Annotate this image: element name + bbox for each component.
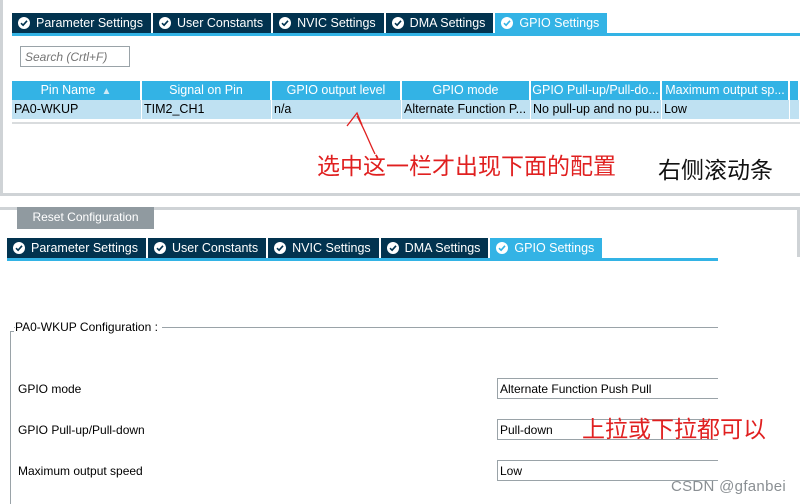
- check-circle-icon: [159, 17, 171, 29]
- check-circle-icon: [391, 17, 404, 29]
- tab-label: NVIC Settings: [292, 241, 371, 255]
- tab-parameter-settings[interactable]: Parameter Settings: [12, 13, 153, 33]
- tab-label: GPIO Settings: [514, 241, 595, 255]
- tab-dma-settings[interactable]: DMA Settings: [380, 238, 491, 258]
- tab-label: User Constants: [172, 241, 259, 255]
- column-header-max-speed[interactable]: Maximum output sp...: [662, 81, 790, 100]
- panel-frame: [0, 0, 3, 196]
- column-header-signal[interactable]: Signal on Pin: [142, 81, 272, 100]
- tab-label: Parameter Settings: [31, 241, 138, 255]
- tab-label: DMA Settings: [409, 16, 486, 30]
- cell-signal: TIM2_CH1: [142, 100, 272, 119]
- reset-configuration-button[interactable]: Reset Configuration: [17, 207, 154, 229]
- tab-label: User Constants: [177, 16, 264, 30]
- cell-pin-name: PA0-WKUP: [12, 100, 142, 119]
- check-circle-icon: [501, 17, 514, 29]
- tab-nvic-settings[interactable]: NVIC Settings: [273, 13, 386, 33]
- fieldset-border: [10, 331, 11, 504]
- check-circle-icon: [154, 242, 166, 254]
- column-header-pull[interactable]: GPIO Pull-up/Pull-do...: [531, 81, 662, 100]
- tab-label: NVIC Settings: [297, 16, 376, 30]
- field-label-max-speed: Maximum output speed: [18, 464, 143, 478]
- check-circle-icon: [13, 242, 25, 254]
- tab-gpio-settings[interactable]: GPIO Settings: [490, 238, 605, 258]
- tab-label: Parameter Settings: [36, 16, 143, 30]
- tab-nvic-settings[interactable]: NVIC Settings: [268, 238, 381, 258]
- pin-table: Pin Name ▲ Signal on Pin GPIO output leve…: [12, 81, 800, 119]
- cell-pull: No pull-up and no pu...: [531, 100, 662, 119]
- annotation-scrollbar: 右侧滚动条: [658, 157, 773, 183]
- field-label-pull: GPIO Pull-up/Pull-down: [18, 423, 145, 437]
- watermark: CSDN @gfanbei: [670, 478, 786, 495]
- field-label-gpio-mode: GPIO mode: [18, 382, 82, 396]
- column-header-extra[interactable]: [790, 81, 800, 100]
- config-legend: PA0-WKUP Configuration :: [15, 320, 162, 334]
- check-circle-icon: [279, 17, 292, 29]
- column-header-gpio-mode[interactable]: GPIO mode: [402, 81, 531, 100]
- fieldset-border: [10, 331, 14, 332]
- settings-tab-bar: Parameter Settings User Constants NVIC S…: [7, 238, 605, 258]
- tab-label: GPIO Settings: [519, 16, 600, 30]
- tab-user-constants[interactable]: User Constants: [148, 238, 269, 258]
- annotation-pull: 上拉或下拉都可以: [582, 416, 766, 442]
- tab-label: DMA Settings: [404, 241, 481, 255]
- tab-dma-settings[interactable]: DMA Settings: [385, 13, 496, 33]
- tab-underline: [7, 258, 718, 261]
- check-circle-icon: [386, 242, 399, 254]
- panel-frame: [0, 193, 800, 196]
- table-row[interactable]: PA0-WKUP TIM2_CH1 n/a Alternate Function…: [12, 100, 800, 119]
- sort-arrow-icon: ▲: [101, 86, 112, 97]
- gpio-mode-select[interactable]: Alternate Function Push Pull: [497, 378, 718, 399]
- annotation-select-row: 选中这一栏才出现下面的配置: [317, 153, 616, 179]
- check-circle-icon: [18, 17, 30, 29]
- tab-user-constants[interactable]: User Constants: [153, 13, 274, 33]
- gpio-config-panel: Reset Configuration Parameter Settings U…: [0, 207, 800, 504]
- column-header-pin-name[interactable]: Pin Name ▲: [12, 81, 142, 100]
- gpio-pin-list-panel: Parameter Settings User Constants NVIC S…: [0, 0, 800, 196]
- tab-underline: [12, 33, 800, 36]
- tab-parameter-settings[interactable]: Parameter Settings: [7, 238, 148, 258]
- table-bottom-border: [12, 122, 800, 124]
- tab-gpio-settings[interactable]: GPIO Settings: [495, 13, 610, 33]
- cell-extra: [790, 100, 800, 119]
- cell-gpio-mode: Alternate Function P...: [402, 100, 531, 119]
- settings-tab-bar: Parameter Settings User Constants NVIC S…: [12, 13, 610, 33]
- check-circle-icon: [496, 242, 509, 254]
- column-header-output-level[interactable]: GPIO output level: [272, 81, 402, 100]
- cell-max-speed: Low: [662, 100, 790, 119]
- table-header-row: Pin Name ▲ Signal on Pin GPIO output leve…: [12, 81, 800, 100]
- search-input[interactable]: [20, 46, 130, 67]
- check-circle-icon: [274, 242, 287, 254]
